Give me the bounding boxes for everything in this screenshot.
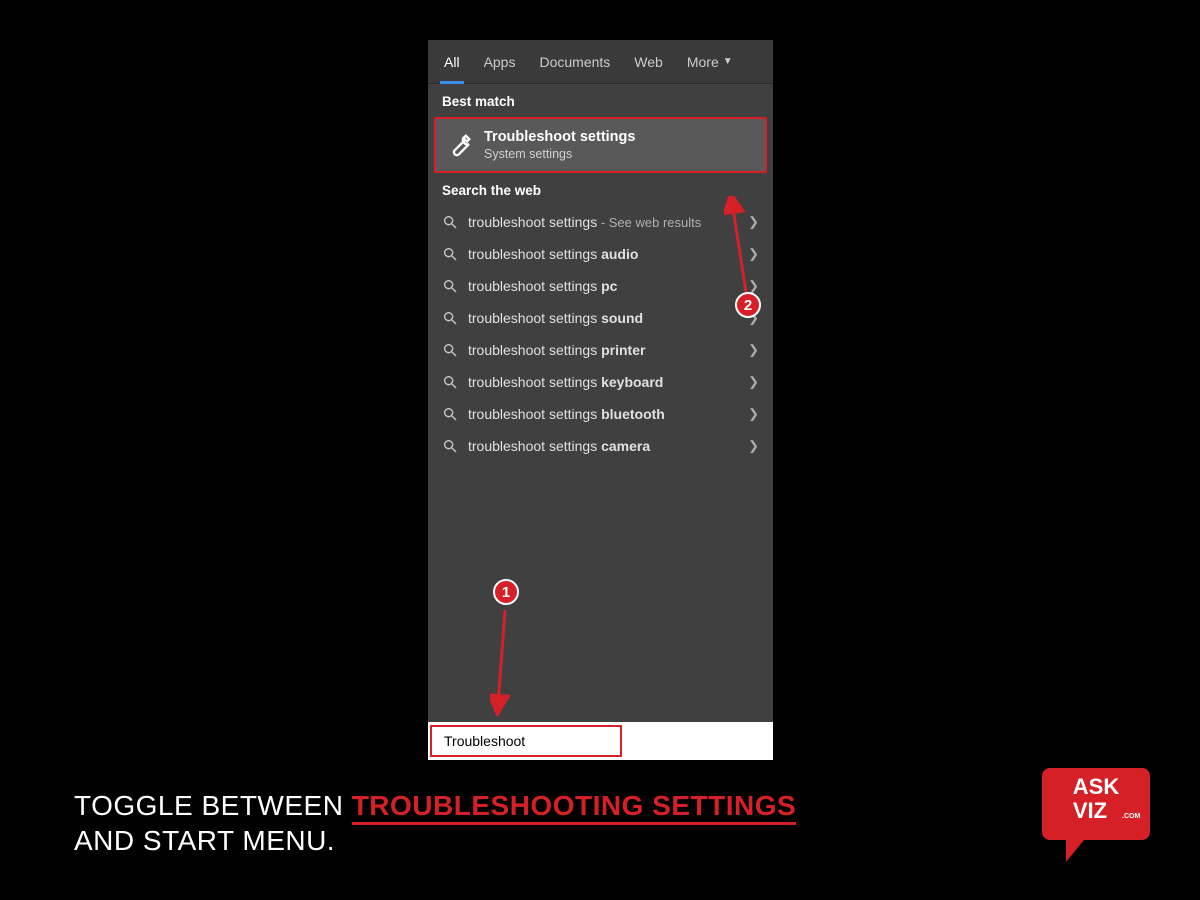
tab-documents[interactable]: Documents <box>527 40 622 84</box>
search-input[interactable] <box>444 733 625 749</box>
svg-text:ASK: ASK <box>1073 774 1120 799</box>
web-results-list: troubleshoot settings - See web results❯… <box>428 206 773 722</box>
caption-post: AND START MENU. <box>74 825 335 856</box>
chevron-down-icon: ▼ <box>723 56 733 67</box>
section-best-match: Best match <box>428 84 773 117</box>
web-result-item[interactable]: troubleshoot settings - See web results❯ <box>428 206 773 238</box>
best-match-text: Troubleshoot settings System settings <box>484 129 635 161</box>
search-icon <box>442 342 458 358</box>
tab-more-label: More <box>687 54 719 70</box>
web-result-text: troubleshoot settings camera <box>468 438 748 454</box>
web-result-item[interactable]: troubleshoot settings bluetooth❯ <box>428 398 773 430</box>
search-icon <box>442 310 458 326</box>
web-result-item[interactable]: troubleshoot settings printer❯ <box>428 334 773 366</box>
caption-highlight: TROUBLESHOOTING SETTINGS <box>352 790 796 825</box>
search-box[interactable] <box>430 725 622 757</box>
svg-text:VIZ: VIZ <box>1073 798 1107 823</box>
search-icon <box>442 438 458 454</box>
web-result-text: troubleshoot settings pc <box>468 278 748 294</box>
search-icon <box>442 374 458 390</box>
web-result-item[interactable]: troubleshoot settings sound❯ <box>428 302 773 334</box>
instruction-caption: TOGGLE BETWEEN TROUBLESHOOTING SETTINGS … <box>74 788 980 858</box>
annotation-arrow-2 <box>724 196 754 292</box>
search-tabs: All Apps Documents Web More ▼ <box>428 40 773 84</box>
caption-pre: TOGGLE BETWEEN <box>74 790 352 821</box>
best-match-result[interactable]: Troubleshoot settings System settings <box>434 117 767 173</box>
annotation-badge-2: 2 <box>735 292 761 318</box>
chevron-right-icon: ❯ <box>748 374 759 390</box>
askviz-logo: ASK VIZ .COM <box>1040 760 1152 864</box>
web-result-text: troubleshoot settings keyboard <box>468 374 748 390</box>
windows-search-panel: All Apps Documents Web More ▼ Best match… <box>428 40 773 760</box>
search-icon <box>442 406 458 422</box>
tab-all[interactable]: All <box>432 40 472 84</box>
wrench-icon <box>446 131 474 159</box>
chevron-right-icon: ❯ <box>748 342 759 358</box>
web-result-item[interactable]: troubleshoot settings audio❯ <box>428 238 773 270</box>
web-result-item[interactable]: troubleshoot settings camera❯ <box>428 430 773 462</box>
web-result-text: troubleshoot settings bluetooth <box>468 406 748 422</box>
search-icon <box>442 214 458 230</box>
search-icon <box>442 278 458 294</box>
best-match-title: Troubleshoot settings <box>484 129 635 145</box>
web-result-text: troubleshoot settings printer <box>468 342 748 358</box>
annotation-badge-1: 1 <box>493 579 519 605</box>
chevron-right-icon: ❯ <box>748 406 759 422</box>
web-result-text: troubleshoot settings - See web results <box>468 214 748 230</box>
tab-more[interactable]: More ▼ <box>675 40 745 84</box>
annotation-arrow-1 <box>490 610 520 716</box>
tab-web[interactable]: Web <box>622 40 675 84</box>
svg-text:.COM: .COM <box>1122 813 1140 820</box>
web-result-text: troubleshoot settings audio <box>468 246 748 262</box>
search-box-container <box>428 722 773 760</box>
best-match-subtitle: System settings <box>484 147 635 161</box>
web-result-text: troubleshoot settings sound <box>468 310 748 326</box>
tab-apps[interactable]: Apps <box>472 40 528 84</box>
chevron-right-icon: ❯ <box>748 438 759 454</box>
search-icon <box>442 246 458 262</box>
web-result-item[interactable]: troubleshoot settings keyboard❯ <box>428 366 773 398</box>
web-result-item[interactable]: troubleshoot settings pc❯ <box>428 270 773 302</box>
section-search-web: Search the web <box>428 173 773 206</box>
